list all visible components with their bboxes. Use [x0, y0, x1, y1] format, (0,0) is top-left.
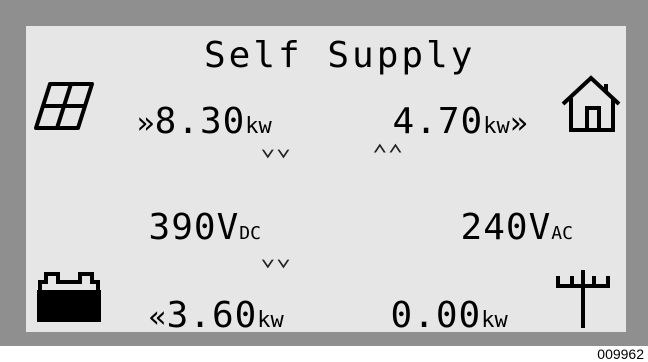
home-power-unit: kw — [483, 114, 510, 139]
battery-power-value: 3.60 — [166, 295, 258, 336]
utility-pole-icon — [556, 270, 610, 328]
solar-power-readout: »8.30kw — [98, 88, 272, 156]
battery-power-readout: «3.60kw — [110, 282, 284, 350]
ac-voltage-unit: V — [528, 207, 552, 248]
dc-voltage-unit: V — [216, 207, 240, 248]
dc-voltage-readout: 390VDC — [110, 194, 261, 262]
battery-power-unit: kw — [257, 308, 284, 333]
ac-voltage-readout: 240VAC — [422, 194, 573, 262]
house-icon — [561, 75, 621, 132]
grid-power-readout: 0.00kw — [352, 282, 508, 350]
screen-title: Self Supply — [204, 35, 476, 76]
grid-power-value: 0.00 — [390, 295, 482, 336]
ac-voltage-value: 240 — [460, 207, 529, 248]
chevron-up-icon: ⌃⌃ — [372, 140, 404, 170]
home-flow-arrow: » — [509, 106, 528, 141]
home-power-value: 4.70 — [392, 101, 484, 142]
ac-voltage-suffix: AC — [551, 223, 573, 244]
chevron-down-icon: ⌄⌄ — [260, 242, 292, 272]
lcd-screen: Self Supply »8.30kw 4.70kw» ⌄⌄ ⌃⌃ 390VDC… — [26, 26, 626, 334]
battery-icon — [37, 272, 101, 322]
solar-flow-arrow: » — [136, 106, 155, 141]
dc-voltage-suffix: DC — [239, 223, 261, 244]
grid-power-unit: kw — [481, 308, 508, 333]
solar-panel-icon — [34, 82, 94, 130]
battery-flow-arrow: « — [148, 300, 167, 335]
solar-power-value: 8.30 — [154, 101, 246, 142]
figure-code: 009962 — [597, 346, 644, 362]
chevron-down-icon: ⌄⌄ — [260, 132, 292, 162]
dc-voltage-value: 390 — [148, 207, 217, 248]
